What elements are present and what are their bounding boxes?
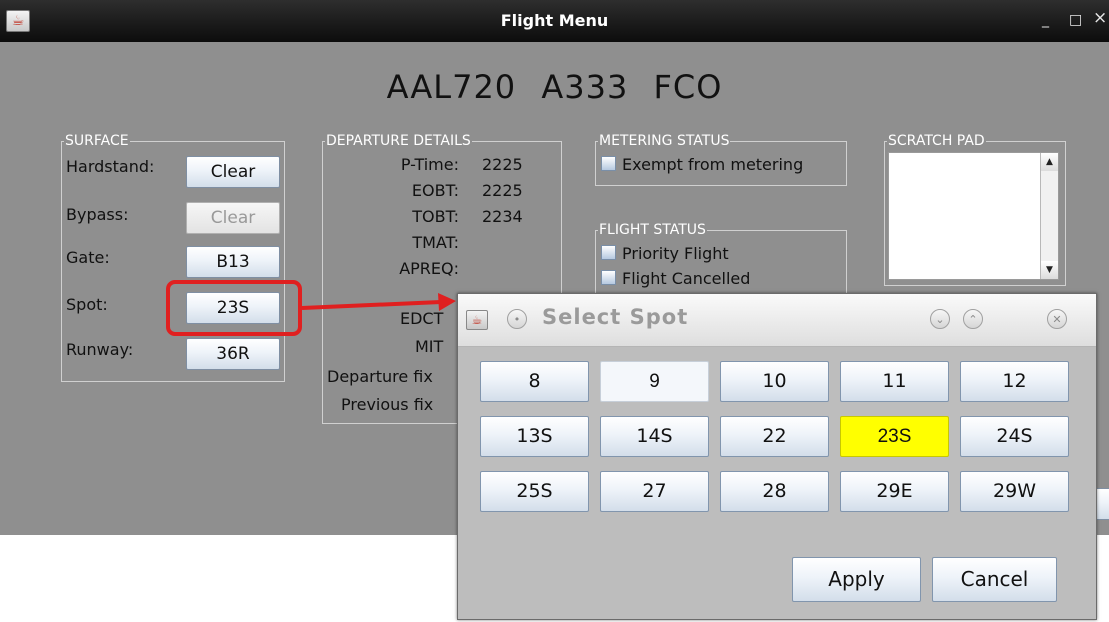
aircraft-type: A333: [541, 68, 629, 106]
apreq-label: APREQ:: [399, 259, 459, 278]
mit-label: MIT: [415, 337, 444, 356]
spot-label: Spot:: [66, 295, 108, 314]
window-title: Flight Menu: [500, 11, 609, 30]
window-titlebar[interactable]: ☕ Flight Menu _ □ ×: [0, 0, 1109, 42]
gate-label: Gate:: [66, 248, 110, 267]
checkbox-box-icon[interactable]: [601, 270, 616, 285]
runway-button[interactable]: 36R: [186, 338, 280, 370]
spot-button-14s[interactable]: 14S: [600, 416, 709, 457]
window-menu-icon[interactable]: •: [507, 309, 527, 329]
tobt-value: 2234: [482, 207, 523, 226]
eobt-value: 2225: [482, 181, 523, 200]
scratch-pad-scrollbar[interactable]: ▲ ▼: [1040, 153, 1058, 279]
spot-button-9[interactable]: 9: [600, 361, 709, 402]
metering-status-legend: METERING STATUS: [599, 133, 730, 149]
spot-button-29e[interactable]: 29E: [840, 471, 949, 512]
flight-status-group: FLIGHT STATUS: [595, 223, 847, 303]
callsign: AAL720: [386, 68, 517, 106]
tobt-label: TOBT:: [412, 207, 459, 226]
flight-cancelled-checkbox[interactable]: Flight Cancelled: [601, 269, 750, 288]
scratch-pad-textarea[interactable]: ▲ ▼: [888, 152, 1059, 280]
checkbox-box-icon[interactable]: [601, 245, 616, 260]
destination: FCO: [653, 68, 723, 106]
cancel-button[interactable]: Cancel: [932, 557, 1057, 602]
exempt-metering-checkbox[interactable]: Exempt from metering: [601, 155, 803, 174]
spot-button-10[interactable]: 10: [720, 361, 829, 402]
java-app-icon: ☕: [466, 310, 488, 330]
spot-button-8[interactable]: 8: [480, 361, 589, 402]
bypass-button[interactable]: Clear: [186, 202, 280, 234]
spot-button-24s[interactable]: 24S: [960, 416, 1069, 457]
spot-button-29w[interactable]: 29W: [960, 471, 1069, 512]
spot-button-13s[interactable]: 13S: [480, 416, 589, 457]
spot-button-23s-selected[interactable]: 23S: [840, 416, 949, 457]
dialog-title: Select Spot: [542, 305, 689, 329]
chevron-up-icon[interactable]: ⌃: [963, 309, 983, 329]
checkbox-box-icon[interactable]: [601, 156, 616, 171]
scroll-down-icon[interactable]: ▼: [1041, 261, 1058, 279]
departure-fix-label: Departure fix: [327, 367, 433, 386]
priority-flight-label: Priority Flight: [622, 244, 729, 263]
exempt-metering-label: Exempt from metering: [622, 155, 804, 174]
hardstand-button[interactable]: Clear: [186, 156, 280, 188]
eobt-label: EOBT:: [411, 181, 459, 200]
flight-cancelled-label: Flight Cancelled: [622, 269, 751, 288]
flight-header: AAL720 A333 FCO: [0, 68, 1109, 106]
spot-button-25s[interactable]: 25S: [480, 471, 589, 512]
spot-button-22[interactable]: 22: [720, 416, 829, 457]
hardstand-label: Hardstand:: [66, 157, 155, 176]
tmat-label: TMAT:: [412, 233, 459, 252]
dialog-titlebar[interactable]: ☕ • Select Spot ⌄ ⌃ ✕: [458, 294, 1096, 347]
close-icon[interactable]: ✕: [1047, 309, 1067, 329]
gate-button[interactable]: B13: [186, 246, 280, 278]
spot-button-28[interactable]: 28: [720, 471, 829, 512]
spot-button-11[interactable]: 11: [840, 361, 949, 402]
scroll-up-icon[interactable]: ▲: [1041, 153, 1058, 171]
bypass-label: Bypass:: [66, 205, 129, 224]
spot-button-12[interactable]: 12: [960, 361, 1069, 402]
close-icon[interactable]: ×: [1093, 10, 1107, 27]
ptime-value: 2225: [482, 155, 523, 174]
previous-fix-label: Previous fix: [341, 395, 434, 414]
runway-label: Runway:: [66, 340, 134, 359]
minimize-icon[interactable]: _: [1042, 12, 1049, 28]
chevron-down-icon[interactable]: ⌄: [930, 309, 950, 329]
ptime-label: P-Time:: [400, 155, 459, 174]
flight-status-legend: FLIGHT STATUS: [599, 222, 706, 238]
select-spot-dialog: ☕ • Select Spot ⌄ ⌃ ✕ 8 9 10 11 12 13S 1…: [457, 293, 1097, 620]
edct-label: EDCT: [400, 309, 444, 328]
spot-button-27[interactable]: 27: [600, 471, 709, 512]
priority-flight-checkbox[interactable]: Priority Flight: [601, 244, 729, 263]
spot-highlight-box: [166, 280, 302, 336]
apply-button[interactable]: Apply: [792, 557, 921, 602]
departure-details-legend: DEPARTURE DETAILS: [326, 133, 471, 149]
maximize-icon[interactable]: □: [1069, 12, 1082, 28]
surface-legend: SURFACE: [65, 133, 129, 149]
scratch-pad-legend: SCRATCH PAD: [888, 133, 985, 149]
